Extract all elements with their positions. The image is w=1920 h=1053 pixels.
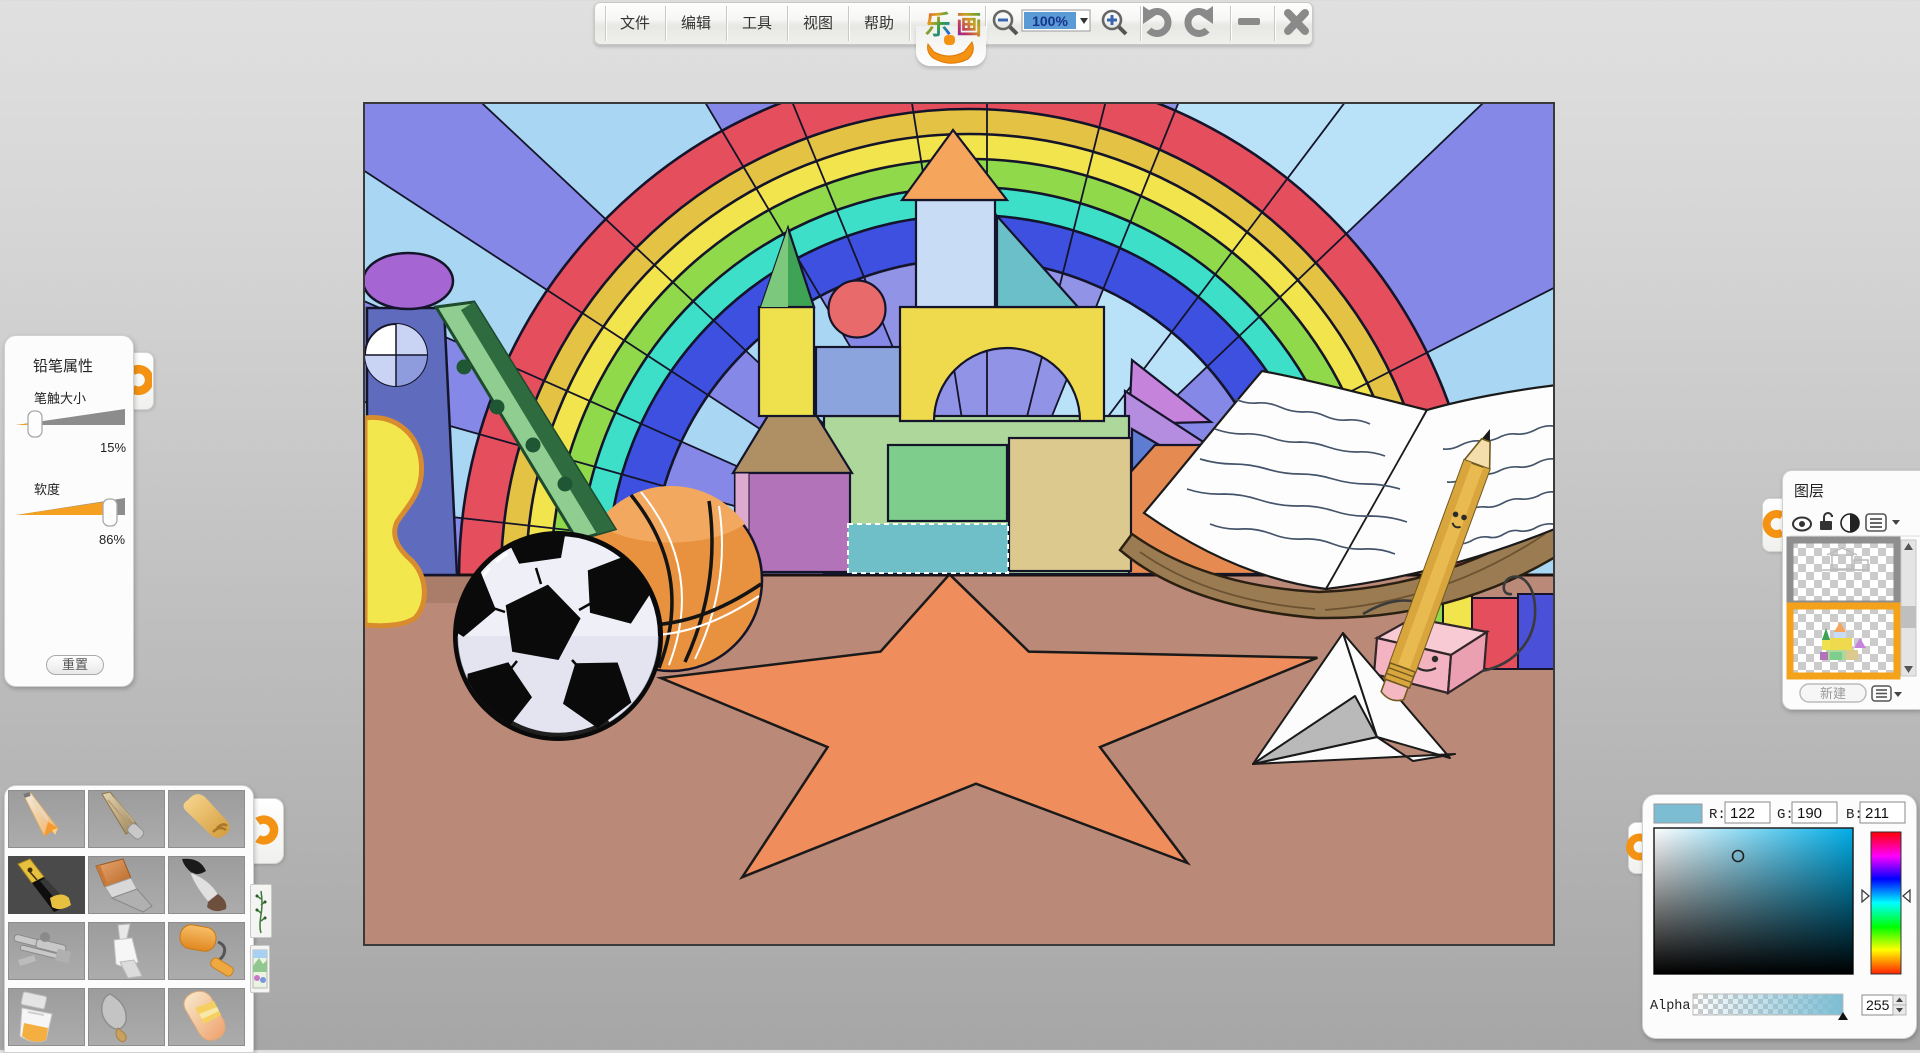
svg-text:Alpha: Alpha bbox=[1650, 999, 1691, 1014]
svg-text:R:: R: bbox=[1709, 807, 1726, 823]
svg-text:100%: 100% bbox=[1032, 13, 1068, 29]
svg-text:190: 190 bbox=[1797, 805, 1822, 822]
svg-text:211: 211 bbox=[1865, 805, 1889, 822]
svg-text:新建: 新建 bbox=[1820, 686, 1846, 701]
svg-text:255: 255 bbox=[1866, 997, 1890, 1013]
svg-text:画: 画 bbox=[956, 10, 982, 40]
svg-text:G:: G: bbox=[1777, 807, 1794, 823]
svg-text:122: 122 bbox=[1730, 805, 1755, 822]
